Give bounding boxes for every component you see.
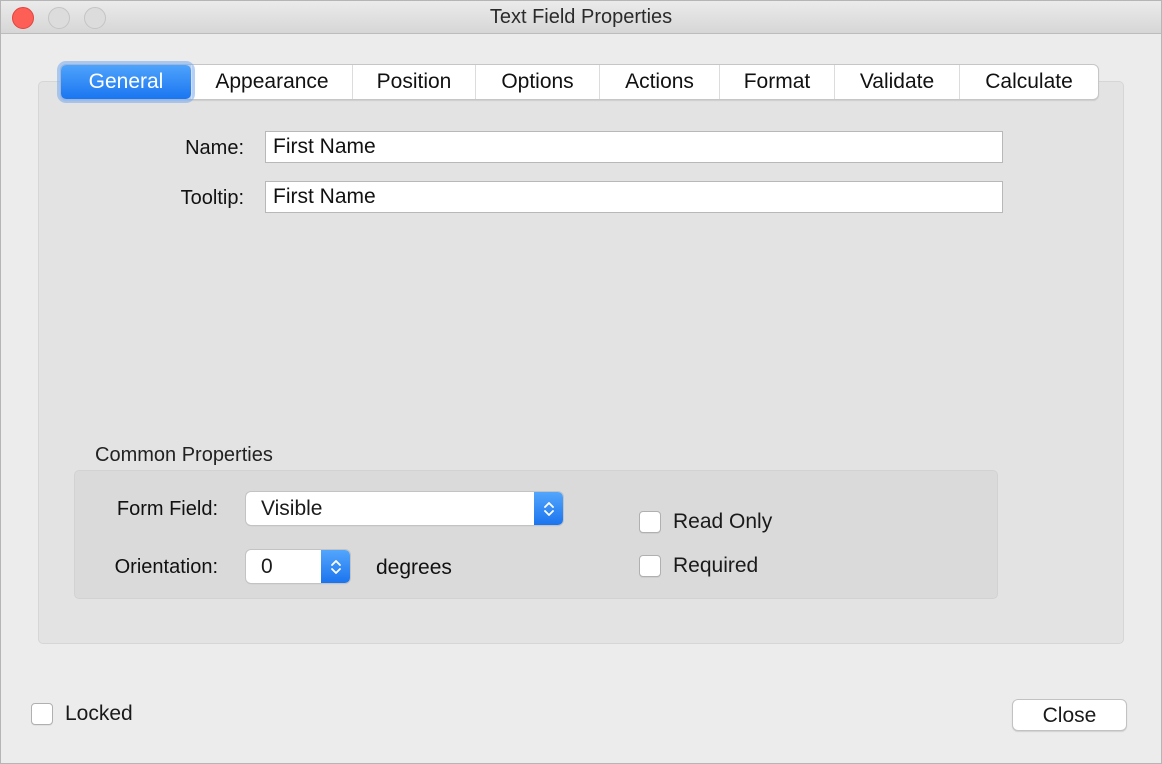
name-field[interactable]: First Name (265, 131, 1003, 163)
popup-arrows-icon (534, 492, 563, 525)
popup-arrows-icon (321, 550, 350, 583)
orientation-value: 0 (261, 555, 273, 578)
orientation-select[interactable]: 0 (246, 550, 350, 583)
tooltip-field[interactable]: First Name (265, 181, 1003, 213)
required-checkbox-row[interactable]: Required (639, 554, 758, 578)
locked-checkbox[interactable] (31, 703, 53, 725)
tab-appearance[interactable]: Appearance (191, 65, 352, 99)
read-only-label: Read Only (673, 510, 773, 533)
form-field-label: Form Field: (116, 498, 218, 520)
common-properties-group (74, 470, 998, 599)
name-label: Name: (185, 137, 244, 159)
title-bar[interactable]: Text Field Properties (1, 1, 1161, 34)
tooltip-label: Tooltip: (180, 187, 244, 209)
locked-checkbox-row[interactable]: Locked (31, 702, 133, 726)
form-field-select[interactable]: Visible (246, 492, 563, 525)
tab-options[interactable]: Options (475, 65, 599, 99)
tab-validate[interactable]: Validate (834, 65, 959, 99)
orientation-label: Orientation: (114, 556, 218, 578)
common-properties-title: Common Properties (95, 444, 273, 466)
tab-general[interactable]: General (61, 65, 191, 99)
tab-format[interactable]: Format (719, 65, 834, 99)
window-title: Text Field Properties (489, 6, 673, 28)
tab-actions[interactable]: Actions (599, 65, 719, 99)
required-label: Required (673, 554, 759, 577)
tab-calculate[interactable]: Calculate (959, 65, 1098, 99)
degrees-label: degrees (376, 556, 452, 579)
required-checkbox[interactable] (639, 555, 661, 577)
tab-bar: General Appearance Position Options Acti… (60, 64, 1099, 100)
tab-position[interactable]: Position (352, 65, 475, 99)
close-button[interactable]: Close (1012, 699, 1127, 731)
read-only-checkbox-row[interactable]: Read Only (639, 510, 772, 534)
read-only-checkbox[interactable] (639, 511, 661, 533)
form-field-value: Visible (261, 497, 323, 520)
locked-label: Locked (65, 702, 133, 725)
